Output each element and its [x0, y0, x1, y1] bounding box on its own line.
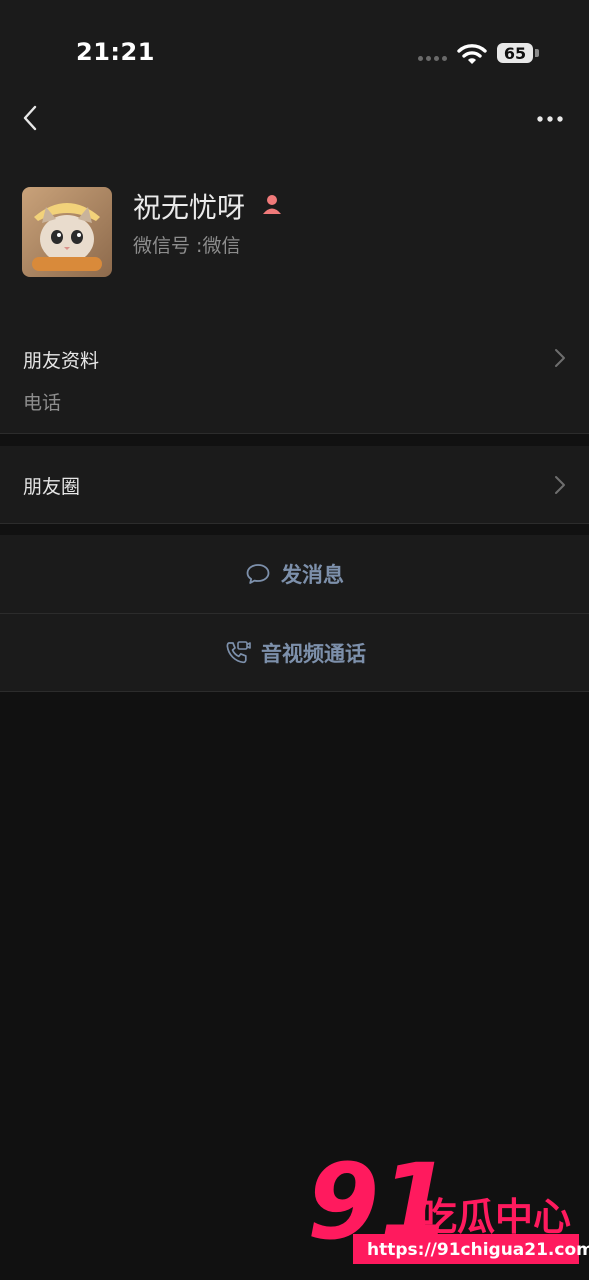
video-call-label: 音视频通话	[261, 642, 366, 666]
battery-tip	[535, 49, 539, 57]
chat-bubble-icon	[246, 564, 270, 584]
site-watermark: 91 吃瓜中心 https://91chigua21.com	[307, 1150, 589, 1264]
divider	[0, 433, 589, 434]
battery-level: 65	[497, 43, 533, 63]
friend-info-row[interactable]: 朋友资料 电话	[0, 330, 589, 433]
more-options-icon[interactable]	[530, 104, 570, 134]
wifi-icon	[457, 44, 487, 64]
profile-header: 祝无忧呀 微信号 :微信	[0, 180, 589, 290]
watermark-url: https://91chigua21.com	[367, 1240, 589, 1260]
watermark-brand: 吃瓜中心	[419, 1195, 571, 1239]
wechat-id: 微信号 :微信	[133, 235, 241, 257]
avatar[interactable]	[22, 187, 112, 277]
divider	[0, 523, 589, 524]
moments-row[interactable]: 朋友圈	[0, 446, 589, 523]
moments-label: 朋友圈	[23, 476, 81, 498]
video-call-button[interactable]: 音视频通话	[0, 614, 589, 692]
chevron-right-icon	[555, 476, 565, 494]
send-message-button[interactable]: 发消息	[0, 535, 589, 613]
person-icon	[263, 195, 281, 214]
status-time: 21:21	[76, 38, 155, 66]
back-icon[interactable]	[14, 102, 46, 134]
status-bar: 21:21 65	[0, 0, 589, 80]
friend-info-label: 朋友资料	[23, 350, 100, 372]
cellular-signal-icon	[418, 56, 447, 61]
chevron-right-icon	[555, 349, 565, 367]
contact-name: 祝无忧呀	[133, 191, 246, 224]
send-message-label: 发消息	[281, 563, 344, 587]
phone-label: 电话	[23, 392, 62, 414]
nav-bar	[0, 90, 589, 146]
divider	[0, 691, 589, 692]
call-icon	[226, 641, 251, 664]
